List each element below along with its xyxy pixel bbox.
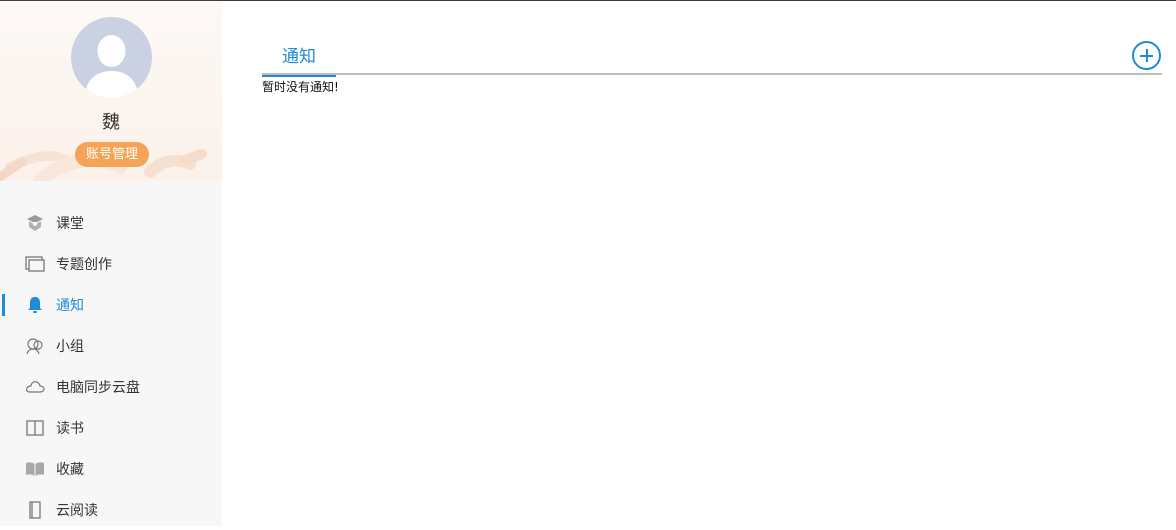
sidebar-item-label: 通知: [56, 297, 84, 314]
group-icon: [24, 335, 46, 357]
topic-create-icon: [24, 253, 46, 275]
favorites-book-icon: [24, 458, 46, 480]
cloud-icon: [24, 376, 46, 398]
sidebar: 魏 账号管理 课堂 专题创作 通知 小组 电脑同步云盘 读书 收藏 云阅读: [0, 2, 222, 526]
plus-circle-icon[interactable]: [1132, 41, 1161, 70]
book-icon: [24, 417, 46, 439]
tab-notifications[interactable]: 通知: [262, 42, 336, 77]
sidebar-item-notifications[interactable]: 通知: [0, 284, 222, 325]
cloud-reading-icon: [24, 499, 46, 521]
classroom-icon: [24, 212, 46, 234]
sidebar-item-label: 电脑同步云盘: [56, 379, 140, 396]
sidebar-item-label: 云阅读: [56, 502, 98, 519]
sidebar-item-topic-create[interactable]: 专题创作: [0, 243, 222, 284]
avatar[interactable]: [71, 17, 152, 98]
sidebar-item-classroom[interactable]: 课堂: [0, 202, 222, 243]
sidebar-item-label: 读书: [56, 420, 84, 437]
sidebar-item-label: 专题创作: [56, 256, 112, 273]
sidebar-item-label: 收藏: [56, 461, 84, 478]
tab-bar: 通知: [262, 42, 1162, 77]
sidebar-menu: 课堂 专题创作 通知 小组 电脑同步云盘 读书 收藏 云阅读: [0, 202, 222, 530]
sidebar-item-group[interactable]: 小组: [0, 325, 222, 366]
app-frame: 魏 账号管理 课堂 专题创作 通知 小组 电脑同步云盘 读书 收藏 云阅读 通知…: [0, 0, 1176, 526]
username: 魏: [102, 112, 120, 133]
sidebar-item-label: 小组: [56, 338, 84, 355]
account-management-button[interactable]: 账号管理: [75, 142, 149, 167]
sidebar-item-label: 课堂: [56, 215, 84, 232]
default-user-icon: [85, 35, 138, 98]
empty-notifications-message: 暂时没有通知!: [262, 80, 339, 94]
sidebar-item-reading[interactable]: 读书: [0, 407, 222, 448]
main-content: 通知 暂时没有通知!: [222, 2, 1176, 526]
bell-icon: [24, 294, 46, 316]
sidebar-item-cloud-reading[interactable]: 云阅读: [0, 489, 222, 530]
sidebar-item-cloud-drive[interactable]: 电脑同步云盘: [0, 366, 222, 407]
profile-card: 魏 账号管理: [0, 2, 222, 181]
sidebar-item-favorites[interactable]: 收藏: [0, 448, 222, 489]
